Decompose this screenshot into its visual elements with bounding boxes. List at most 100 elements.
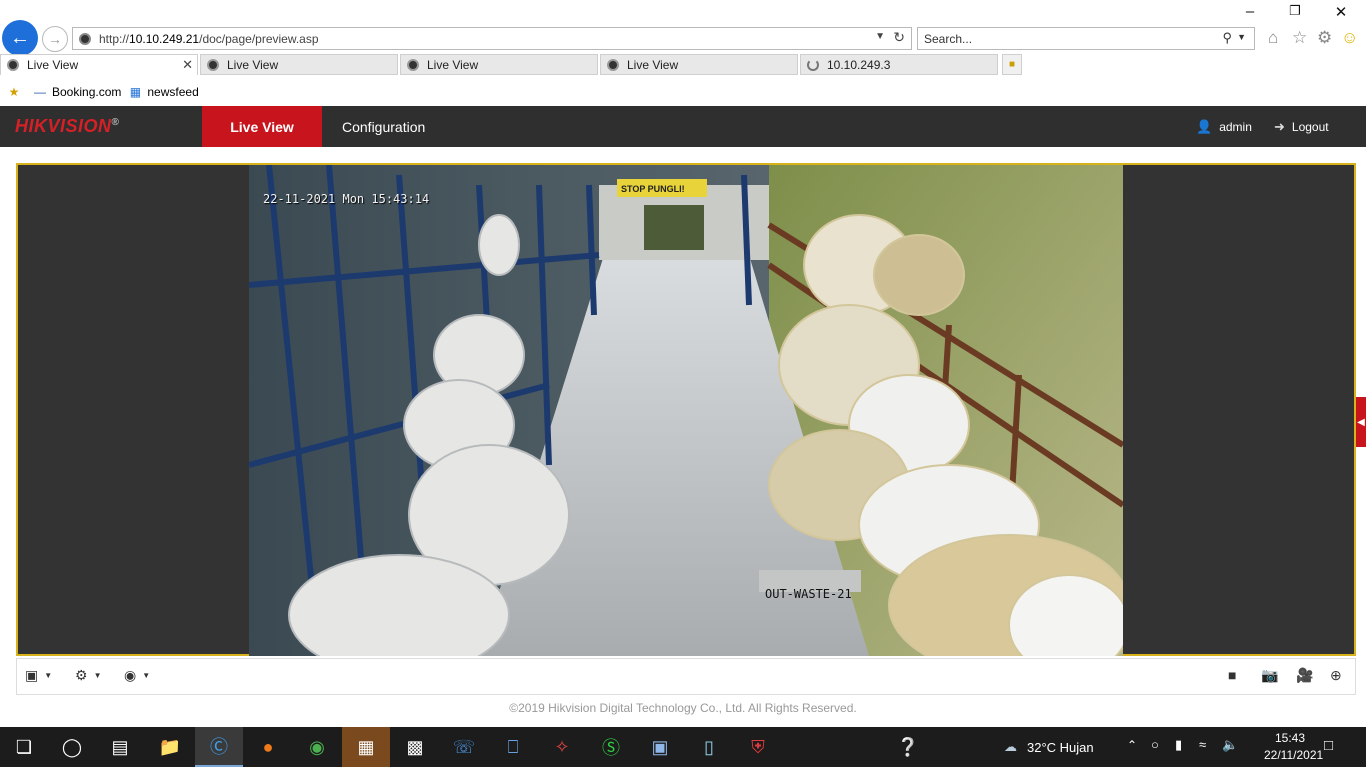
tab-site-icon	[607, 58, 619, 71]
plugin-type-button[interactable]: ◉ ▼	[124, 667, 150, 684]
rain-cloud-icon: ☁	[1004, 739, 1017, 754]
remote-desktop-button[interactable]: ⎕	[489, 727, 537, 767]
capture-button[interactable]: 📷	[1261, 667, 1278, 684]
cmd-button[interactable]: ▩	[391, 727, 439, 767]
camera-video-feed[interactable]: STOP PUNGLI! 22-11-2021 Mon 15:43:14 OUT…	[249, 165, 1123, 656]
gear-icon[interactable]: ⚙	[1317, 28, 1332, 48]
home-icon[interactable]: ⌂	[1268, 28, 1278, 48]
stop-live-view-button[interactable]: ■	[1228, 667, 1236, 683]
app-shield-button[interactable]: ⛨	[734, 727, 782, 767]
favorites-star-icon[interactable]: ☆	[1292, 28, 1307, 48]
favorite-booking[interactable]: — Booking.com	[32, 85, 121, 99]
ie-page-icon: ▦	[129, 85, 142, 99]
volume-icon[interactable]: 🔈	[1222, 737, 1238, 753]
app-notes-button[interactable]: ▯	[685, 727, 733, 767]
star-add-icon: ★	[8, 85, 20, 99]
cortana-button[interactable]: ◯	[48, 727, 96, 767]
remote-desktop-icon: ⎕	[507, 736, 519, 757]
start-button[interactable]: ❏	[0, 727, 48, 767]
tab-loading[interactable]: 10.10.249.3	[800, 54, 998, 75]
tab-live-view-1[interactable]: Live View ✕	[0, 54, 198, 75]
site-icon	[79, 32, 91, 45]
address-bar[interactable]: http://10.10.249.21/doc/page/preview.asp…	[72, 27, 912, 50]
tab-live-view-3[interactable]: Live View	[400, 54, 598, 75]
stream-type-button[interactable]: ⚙ ▼	[75, 667, 101, 684]
username: admin	[1219, 119, 1252, 134]
tab-bar: Live View ✕ Live View Live View Live Vie…	[0, 54, 1366, 76]
wifi-icon[interactable]: ≈	[1199, 737, 1206, 752]
new-tab-button[interactable]: ■	[1002, 54, 1022, 75]
clock-date: 22/11/2021	[1264, 748, 1324, 762]
app-blue-button[interactable]: ☏	[440, 727, 488, 767]
close-window-button[interactable]: ✕	[1326, 3, 1356, 21]
chevron-down-icon: ▼	[142, 671, 151, 680]
address-dropdown-icon[interactable]: ▼	[875, 31, 885, 42]
tab-site-icon	[207, 58, 219, 71]
copyright-footer: ©2019 Hikvision Digital Technology Co., …	[509, 701, 857, 715]
record-button[interactable]: 🎥	[1296, 667, 1313, 684]
tab-live-view-4[interactable]: Live View	[600, 54, 798, 75]
help-button[interactable]: ❔	[884, 727, 932, 767]
taskbar-clock[interactable]: 15:43 22/11/2021	[1264, 730, 1324, 764]
tab-label: Live View	[427, 57, 479, 72]
osd-timestamp: 22-11-2021 Mon 15:43:14	[263, 192, 430, 206]
back-button[interactable]: ←	[2, 20, 38, 56]
menu-live-view[interactable]: Live View	[202, 106, 322, 147]
chrome-button[interactable]: ◉	[293, 727, 341, 767]
smiley-feedback-icon[interactable]: ☺	[1341, 28, 1358, 48]
digital-zoom-button[interactable]: ⊕	[1330, 667, 1342, 684]
window-app-icon: ▣	[651, 736, 669, 757]
satellite-icon: ✧	[554, 736, 570, 757]
weather-text: 32°C Hujan	[1027, 739, 1094, 755]
user-menu[interactable]: 👤 admin	[1196, 106, 1252, 147]
tab-label: Live View	[627, 57, 679, 72]
window-layout-button[interactable]: ▣ ▼	[25, 667, 52, 684]
meet-now-icon[interactable]: ○	[1151, 737, 1159, 752]
hikvision-logo: HIKVISION®	[15, 116, 120, 136]
firefox-button[interactable]: ●	[244, 727, 292, 767]
osd-camera-name: OUT-WASTE-21	[765, 587, 852, 601]
minimize-button[interactable]: –	[1235, 3, 1265, 20]
file-explorer-button[interactable]: 📁	[146, 727, 194, 767]
camera-icon: 📷	[1261, 667, 1279, 683]
search-dropdown-icon[interactable]: ▼	[1237, 32, 1246, 42]
collapse-panel-handle[interactable]: ◀	[1356, 397, 1366, 447]
tab-label: Live View	[227, 57, 279, 72]
battery-icon[interactable]: ▮	[1175, 737, 1182, 753]
refresh-icon[interactable]: ↻	[893, 29, 905, 46]
task-view-button[interactable]: ▤	[96, 727, 144, 767]
favorites-center-button[interactable]: ★	[6, 85, 26, 99]
search-box[interactable]: Search... ⚲ ▼	[917, 27, 1255, 50]
window-layout-icon: ▣	[25, 667, 39, 683]
logout-label: Logout	[1291, 119, 1329, 134]
task-view-icon: ▤	[111, 736, 129, 757]
app-window-button[interactable]: ▣	[636, 727, 684, 767]
tab-live-view-2[interactable]: Live View	[200, 54, 398, 75]
browser-titlebar: – ❐ ✕ ← → http://10.10.249.21/doc/page/p…	[0, 0, 1366, 56]
close-tab-icon[interactable]: ✕	[182, 57, 193, 73]
logout-button[interactable]: ➜ Logout	[1274, 106, 1329, 147]
video-viewport[interactable]: STOP PUNGLI! 22-11-2021 Mon 15:43:14 OUT…	[16, 163, 1356, 656]
app-green-button[interactable]: Ⓢ	[587, 727, 635, 767]
app-network-button[interactable]: ▦	[342, 727, 390, 767]
help-icon: ❔	[896, 736, 920, 757]
loading-spinner-icon	[807, 58, 819, 71]
favorite-newsfeed[interactable]: ▦ newsfeed	[127, 85, 199, 99]
folder-icon: 📁	[158, 736, 182, 757]
forward-button[interactable]: →	[42, 26, 68, 52]
phone-app-icon: ☏	[452, 736, 476, 757]
arrow-left-icon: ←	[10, 26, 30, 49]
booking-icon: —	[34, 85, 46, 99]
internet-explorer-button[interactable]: Ⓒ	[195, 727, 243, 767]
search-placeholder: Search...	[924, 31, 973, 46]
chevron-up-icon[interactable]: ⌃	[1127, 738, 1137, 752]
restore-button[interactable]: ❐	[1280, 3, 1310, 19]
weather-widget[interactable]: ☁ 32°C Hujan	[1004, 727, 1094, 767]
network-app-icon: ▦	[357, 736, 375, 757]
search-icon[interactable]: ⚲	[1222, 30, 1232, 46]
camera-scene-image: STOP PUNGLI!	[249, 165, 1123, 656]
notification-icon[interactable]: □	[1324, 737, 1333, 754]
menu-configuration[interactable]: Configuration	[342, 106, 425, 147]
app-satellite-button[interactable]: ✧	[538, 727, 586, 767]
windows-logo-icon: ❏	[15, 736, 33, 757]
